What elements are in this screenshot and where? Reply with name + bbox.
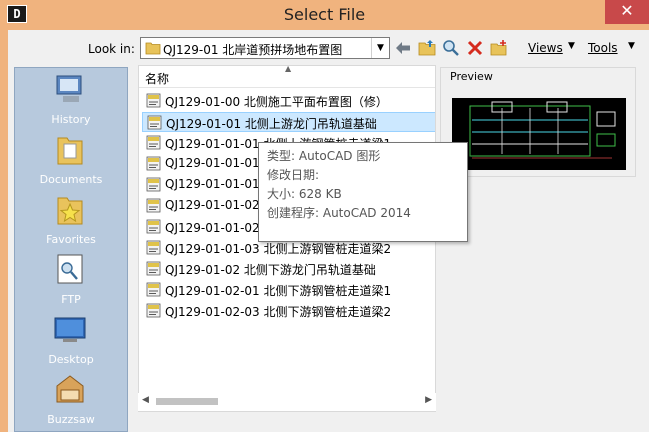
history-icon [56,75,82,102]
lookin-dropdown[interactable]: QJ129-01 北岸道预拼场地布置图 ▼ [140,37,390,59]
file-row[interactable]: QJ129-01-02-01 北侧下游钢管桩走道梁1 [142,280,435,300]
file-row[interactable]: QJ129-01-01 北侧上游龙门吊轨道基础 [142,112,435,132]
close-button[interactable]: ✕ [605,0,649,24]
places-label: Buzzsaw [47,413,95,426]
chevron-down-icon[interactable]: ▼ [371,38,389,58]
places-item-buzzsaw[interactable]: Buzzsaw [15,372,127,431]
tooltip-type: 类型: AutoCAD 图形 [267,149,381,163]
horizontal-scrollbar[interactable]: ◀ ▶ [138,393,436,411]
back-arrow-icon[interactable] [394,39,412,57]
sort-ascending-icon: ▲ [285,65,292,73]
dwg-file-icon [146,219,161,234]
file-row[interactable]: QJ129-01-00 北侧施工平面布置图（修） [142,91,435,111]
dwg-file-icon [146,135,161,150]
desktop-icon [54,317,86,342]
scroll-left-arrow-icon[interactable]: ◀ [142,395,149,405]
views-chevron-down-icon[interactable]: ▼ [568,41,575,51]
dwg-file-icon [146,93,161,108]
file-name: QJ129-01-01-03 北侧上游钢管桩走道梁2 [165,242,392,256]
scrollbar-thumb[interactable] [156,398,218,405]
file-name: QJ129-01-02-01 北侧下游钢管桩走道梁1 [165,284,392,298]
up-folder-icon[interactable] [418,39,436,57]
places-item-history[interactable]: History [15,72,127,132]
documents-folder-icon [57,137,83,165]
column-header-label: 名称 [145,72,170,86]
scroll-right-arrow-icon[interactable]: ▶ [425,395,432,405]
column-header-name[interactable]: ▲ 名称 [139,65,435,88]
folder-icon [145,42,161,55]
dwg-file-icon [146,303,161,318]
places-sidebar: History Documents Favorites FTP Desktop … [14,67,128,432]
places-label: Favorites [46,233,96,246]
dwg-file-icon [146,177,161,192]
delete-icon[interactable] [466,39,484,57]
tools-menu[interactable]: Tools [588,41,618,55]
new-folder-icon[interactable] [490,39,508,57]
dwg-file-icon [147,115,162,130]
file-name: QJ129-01-02 北侧下游龙门吊轨道基础 [165,263,376,277]
file-name: QJ129-01-01-01 [165,156,260,170]
file-row[interactable]: QJ129-01-02 北侧下游龙门吊轨道基础 [142,259,435,279]
file-name: QJ129-01-01-01 [165,177,260,191]
tools-chevron-down-icon[interactable]: ▼ [628,41,635,51]
window-title: Select File [283,5,366,24]
tooltip-program: 创建程序: AutoCAD 2014 [267,206,411,220]
places-item-favorites[interactable]: Favorites [15,192,127,252]
places-label: Documents [39,173,103,186]
dwg-file-icon [146,261,161,276]
buzzsaw-icon [56,375,84,403]
dwg-file-icon [146,240,161,255]
places-label: FTP [61,293,81,306]
tooltip-modified: 修改日期: [267,168,320,182]
file-row[interactable]: QJ129-01-02-03 北侧下游钢管桩走道梁2 [142,301,435,321]
title-bar: D Select File ✕ [0,0,649,30]
dwg-file-icon [146,156,161,171]
places-item-desktop[interactable]: Desktop [15,312,127,372]
tooltip-size: 大小: 628 KB [267,187,342,201]
dwg-file-icon [146,198,161,213]
places-item-ftp[interactable]: FTP [15,252,127,312]
file-name: QJ129-01-00 北侧施工平面布置图（修） [165,95,388,109]
preview-label: Preview [448,70,495,83]
places-item-documents[interactable]: Documents [15,132,127,192]
preview-thumbnail [452,98,626,170]
dwg-file-icon [146,282,161,297]
lookin-value: QJ129-01 北岸道预拼场地布置图 [163,43,343,57]
search-web-icon[interactable] [442,39,460,57]
file-name: QJ129-01-02-03 北侧下游钢管桩走道梁2 [165,305,392,319]
file-name: QJ129-01-01 北侧上游龙门吊轨道基础 [166,117,377,131]
file-name: QJ129-01-01-02 [165,198,260,212]
views-menu[interactable]: Views [528,41,563,55]
file-info-tooltip: 类型: AutoCAD 图形 修改日期: 大小: 628 KB 创建程序: Au… [258,142,468,242]
lookin-label: Look in: [88,42,135,56]
ftp-icon [57,254,83,284]
favorites-folder-icon [57,197,83,225]
places-label: Desktop [48,353,94,366]
dialog-body: Look in: QJ129-01 北岸道预拼场地布置图 ▼ Views ▼ T… [8,30,649,432]
places-label: History [51,113,91,126]
